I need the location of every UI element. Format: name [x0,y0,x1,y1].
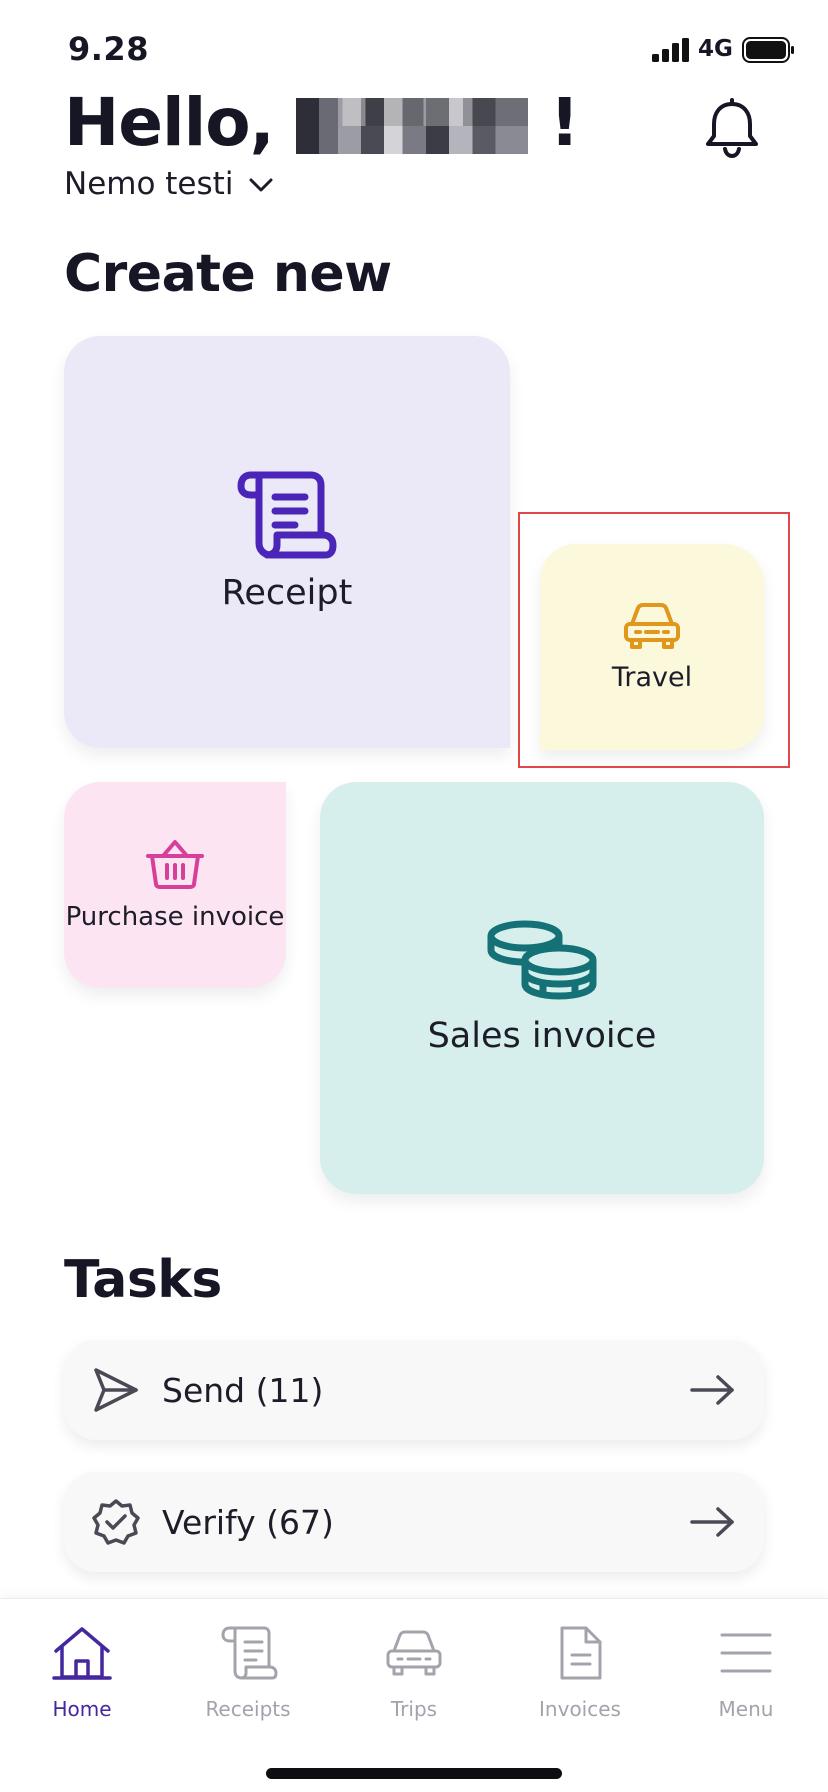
task-verify-label: Verify (67) [162,1502,334,1542]
signal-icon [652,38,689,62]
receipt-tile[interactable]: Receipt [64,336,510,748]
greeting: Hello, ! [64,83,580,161]
sales-invoice-tile-label: Sales invoice [427,1016,657,1056]
car-icon [624,602,680,649]
coins-icon [487,920,597,1000]
document-icon [560,1626,602,1680]
nav-receipts-label: Receipts [205,1697,291,1721]
receipt-tile-label: Receipt [221,573,353,613]
car-icon [386,1630,442,1676]
arrow-right-icon [690,1507,734,1537]
bell-icon[interactable] [704,98,760,158]
redacted-user-name [295,98,528,154]
task-send-label: Send (11) [162,1370,324,1410]
nav-trips-label: Trips [390,1697,438,1721]
receipt-icon [221,1626,278,1680]
travel-tile[interactable]: Travel [540,544,764,750]
create-new-title: Create new [64,244,392,304]
basket-icon [146,840,204,889]
status-time: 9.28 [68,30,149,68]
organization-name: Nemo testi [64,166,234,202]
purchase-invoice-tile[interactable]: Purchase invoice [64,782,286,988]
task-send[interactable]: Send (11) [64,1340,764,1440]
hamburger-menu-icon [720,1633,772,1673]
nav-invoices-label: Invoices [539,1697,621,1721]
home-icon [52,1627,112,1680]
battery-icon [742,37,794,63]
nav-menu-label: Menu [718,1697,774,1721]
nav-invoices[interactable]: Invoices [510,1625,650,1721]
verify-badge-icon [92,1499,140,1545]
bottom-nav: Home Receipts Trips Invoices Menu [0,1598,828,1792]
nav-home-label: Home [52,1697,112,1721]
receipt-scroll-icon [237,471,337,559]
network-label: 4G [698,36,733,62]
greeting-text: Hello, [64,83,275,161]
organization-switcher[interactable]: Nemo testi [64,166,275,202]
nav-home[interactable]: Home [12,1625,152,1721]
chevron-down-icon [249,178,273,192]
home-indicator [266,1768,562,1779]
nav-receipts[interactable]: Receipts [178,1625,318,1721]
sales-invoice-tile[interactable]: Sales invoice [320,782,764,1194]
tasks-title: Tasks [64,1250,222,1310]
nav-trips[interactable]: Trips [344,1625,484,1721]
travel-tile-label: Travel [611,661,693,693]
arrow-right-icon [690,1375,734,1405]
greeting-exclamation: ! [549,83,580,161]
nav-menu[interactable]: Menu [676,1625,816,1721]
send-icon [94,1368,138,1412]
task-verify[interactable]: Verify (67) [64,1472,764,1572]
purchase-invoice-tile-label: Purchase invoice [65,902,285,932]
